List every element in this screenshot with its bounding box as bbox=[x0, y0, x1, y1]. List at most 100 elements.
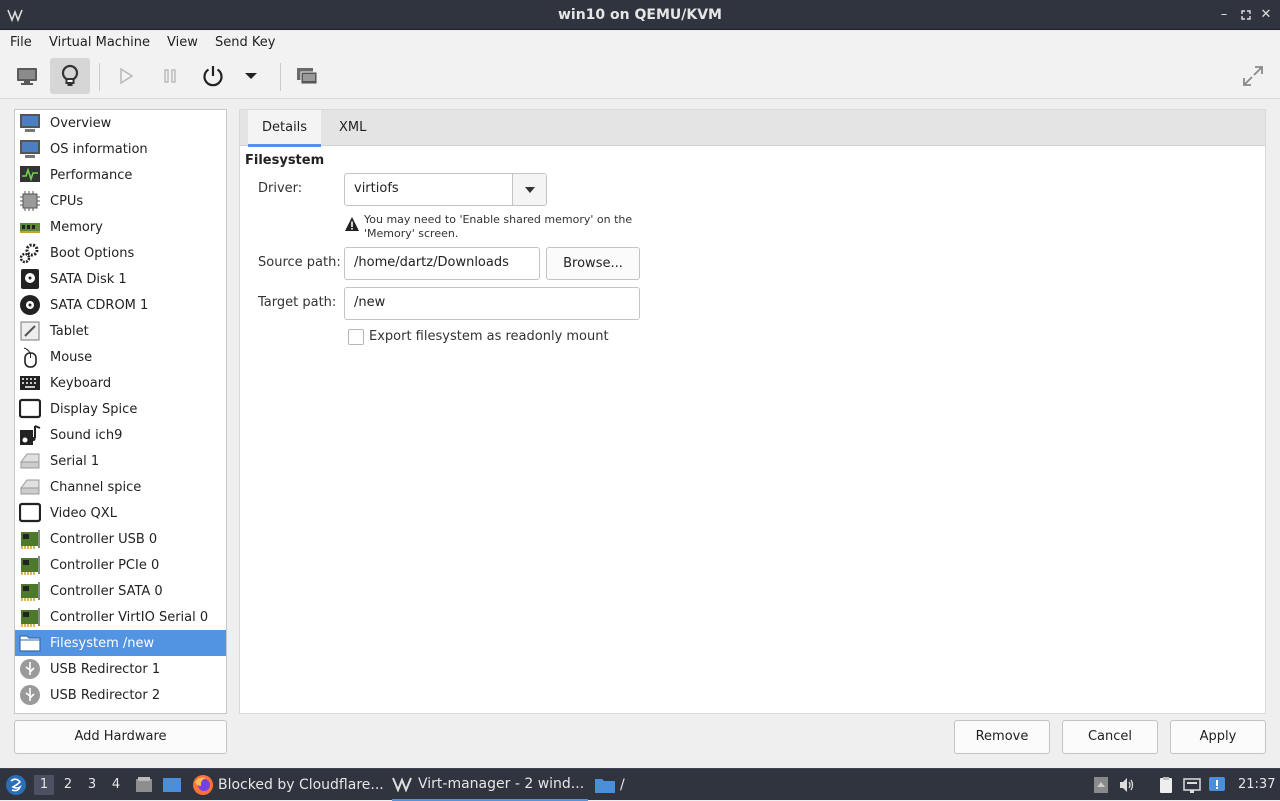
toolbar bbox=[0, 55, 1280, 99]
sidebar-item-sata-cdrom-1[interactable]: SATA CDROM 1 bbox=[15, 292, 226, 318]
sidebar-item-keyboard[interactable]: Keyboard bbox=[15, 370, 226, 396]
sidebar-item-os-information[interactable]: OS information bbox=[15, 136, 226, 162]
sidebar-item-controller-virtio-serial-0[interactable]: Controller VirtIO Serial 0 bbox=[15, 604, 226, 630]
sidebar-item-overview[interactable]: Overview bbox=[15, 110, 226, 136]
sidebar-item-sound-ich9[interactable]: Sound ich9 bbox=[15, 422, 226, 448]
browse-button[interactable]: Browse... bbox=[546, 247, 640, 280]
disk-icon bbox=[17, 266, 43, 292]
source-path-value: /home/dartz/Downloads bbox=[354, 255, 509, 270]
sidebar-item-label: SATA Disk 1 bbox=[50, 271, 127, 287]
serial-icon bbox=[17, 474, 43, 500]
menu-file[interactable]: File bbox=[10, 35, 32, 50]
menu-send-key[interactable]: Send Key bbox=[215, 35, 275, 50]
warning-icon bbox=[345, 217, 359, 231]
shutdown-menu-button[interactable] bbox=[232, 58, 270, 94]
minimize-icon[interactable]: – bbox=[1215, 6, 1233, 24]
fullscreen-button[interactable] bbox=[1233, 58, 1273, 94]
sidebar-item-controller-pcie-0[interactable]: Controller PCIe 0 bbox=[15, 552, 226, 578]
sidebar-item-sata-disk-1[interactable]: SATA Disk 1 bbox=[15, 266, 226, 292]
task-virt-manager[interactable]: Virt-manager - 2 wind... bbox=[392, 769, 588, 801]
sidebar-item-label: SATA CDROM 1 bbox=[50, 297, 149, 313]
workspace-2[interactable]: 2 bbox=[58, 777, 78, 792]
readonly-label[interactable]: Export filesystem as readonly mount bbox=[369, 329, 609, 344]
show-desktop-icon[interactable] bbox=[162, 776, 182, 794]
apply-button[interactable]: Apply bbox=[1170, 720, 1266, 754]
maximize-icon[interactable] bbox=[1237, 6, 1255, 24]
workspace-3[interactable]: 3 bbox=[82, 777, 102, 792]
warning-text: You may need to 'Enable shared memory' o… bbox=[364, 213, 633, 240]
sidebar-item-cpus[interactable]: CPUs bbox=[15, 188, 226, 214]
cancel-button[interactable]: Cancel bbox=[1062, 720, 1158, 754]
task-firefox[interactable]: Blocked by Cloudflare... bbox=[192, 769, 388, 801]
trash-icon[interactable] bbox=[1092, 776, 1110, 794]
sidebar-item-label: Filesystem /new bbox=[50, 635, 155, 651]
pci-card-icon bbox=[17, 578, 43, 604]
toolbar-separator bbox=[99, 63, 100, 91]
clipboard-icon[interactable] bbox=[1157, 776, 1175, 794]
sidebar-item-label: Controller PCIe 0 bbox=[50, 557, 160, 573]
sidebar-item-label: CPUs bbox=[50, 193, 84, 209]
menu-view[interactable]: View bbox=[167, 35, 198, 50]
tab-xml[interactable]: XML bbox=[325, 110, 380, 146]
sidebar-item-controller-sata-0[interactable]: Controller SATA 0 bbox=[15, 578, 226, 604]
monitor-icon bbox=[17, 68, 37, 85]
readonly-checkbox[interactable] bbox=[348, 329, 364, 345]
sidebar-item-controller-usb-0[interactable]: Controller USB 0 bbox=[15, 526, 226, 552]
sidebar-item-channel-spice[interactable]: Channel spice bbox=[15, 474, 226, 500]
file-manager-launcher-icon[interactable] bbox=[135, 776, 153, 794]
sidebar-item-filesystem-new[interactable]: Filesystem /new bbox=[15, 630, 226, 656]
network-icon[interactable] bbox=[1183, 776, 1201, 794]
source-path-input[interactable]: /home/dartz/Downloads bbox=[344, 247, 540, 280]
clock[interactable]: 21:37 bbox=[1238, 777, 1275, 792]
update-notifier-icon[interactable] bbox=[1208, 776, 1226, 794]
sidebar-item-video-qxl[interactable]: Video QXL bbox=[15, 500, 226, 526]
close-icon[interactable]: ✕ bbox=[1257, 6, 1275, 24]
add-hardware-button[interactable]: Add Hardware bbox=[14, 720, 227, 754]
target-path-input[interactable]: /new bbox=[344, 287, 640, 320]
folder-icon bbox=[17, 630, 43, 656]
sidebar-item-usb-redirector-2[interactable]: USB Redirector 2 bbox=[15, 682, 226, 708]
shutdown-button[interactable] bbox=[193, 58, 233, 94]
lightbulb-icon bbox=[61, 64, 79, 86]
sidebar-item-serial-1[interactable]: Serial 1 bbox=[15, 448, 226, 474]
console-button[interactable] bbox=[7, 58, 47, 94]
window-titlebar[interactable]: win10 on QEMU/KVM – ✕ bbox=[0, 0, 1280, 30]
sidebar-item-label: Tablet bbox=[50, 323, 89, 339]
tab-bar: Details XML bbox=[240, 110, 1265, 147]
task-folder[interactable]: / bbox=[594, 769, 634, 801]
play-icon bbox=[120, 67, 134, 85]
sidebar-item-boot-options[interactable]: Boot Options bbox=[15, 240, 226, 266]
menu-virtual-machine[interactable]: Virtual Machine bbox=[49, 35, 150, 50]
sidebar-item-mouse[interactable]: Mouse bbox=[15, 344, 226, 370]
task-label: Blocked by Cloudflare... bbox=[218, 777, 384, 793]
sidebar-item-label: Video QXL bbox=[50, 505, 117, 521]
fullscreen-icon bbox=[1243, 66, 1263, 86]
sidebar-item-usb-redirector-1[interactable]: USB Redirector 1 bbox=[15, 656, 226, 682]
sidebar-item-display-spice[interactable]: Display Spice bbox=[15, 396, 226, 422]
dropdown-button[interactable] bbox=[512, 174, 546, 205]
workspace-1[interactable]: 1 bbox=[34, 775, 54, 795]
monitor-icon bbox=[17, 110, 43, 136]
section-title: Filesystem bbox=[245, 153, 325, 168]
snapshots-button[interactable] bbox=[287, 58, 327, 94]
usb-icon bbox=[17, 656, 43, 682]
sidebar-item-memory[interactable]: Memory bbox=[15, 214, 226, 240]
driver-label: Driver: bbox=[258, 181, 303, 196]
target-path-value: /new bbox=[354, 295, 386, 310]
window-title: win10 on QEMU/KVM bbox=[557, 7, 722, 23]
volume-icon[interactable] bbox=[1118, 776, 1136, 794]
tab-details[interactable]: Details bbox=[248, 110, 322, 147]
details-button[interactable] bbox=[50, 58, 90, 94]
target-path-label: Target path: bbox=[258, 295, 337, 310]
start-menu-icon[interactable] bbox=[5, 774, 27, 796]
run-button[interactable] bbox=[106, 58, 146, 94]
pause-button[interactable] bbox=[150, 58, 190, 94]
memory-icon bbox=[17, 214, 43, 240]
serial-icon bbox=[17, 448, 43, 474]
sidebar-item-performance[interactable]: Performance bbox=[15, 162, 226, 188]
workspace-4[interactable]: 4 bbox=[106, 777, 126, 792]
sidebar-item-tablet[interactable]: Tablet bbox=[15, 318, 226, 344]
cpu-icon bbox=[17, 188, 43, 214]
remove-button[interactable]: Remove bbox=[954, 720, 1050, 754]
driver-select[interactable]: virtiofs bbox=[344, 173, 547, 206]
